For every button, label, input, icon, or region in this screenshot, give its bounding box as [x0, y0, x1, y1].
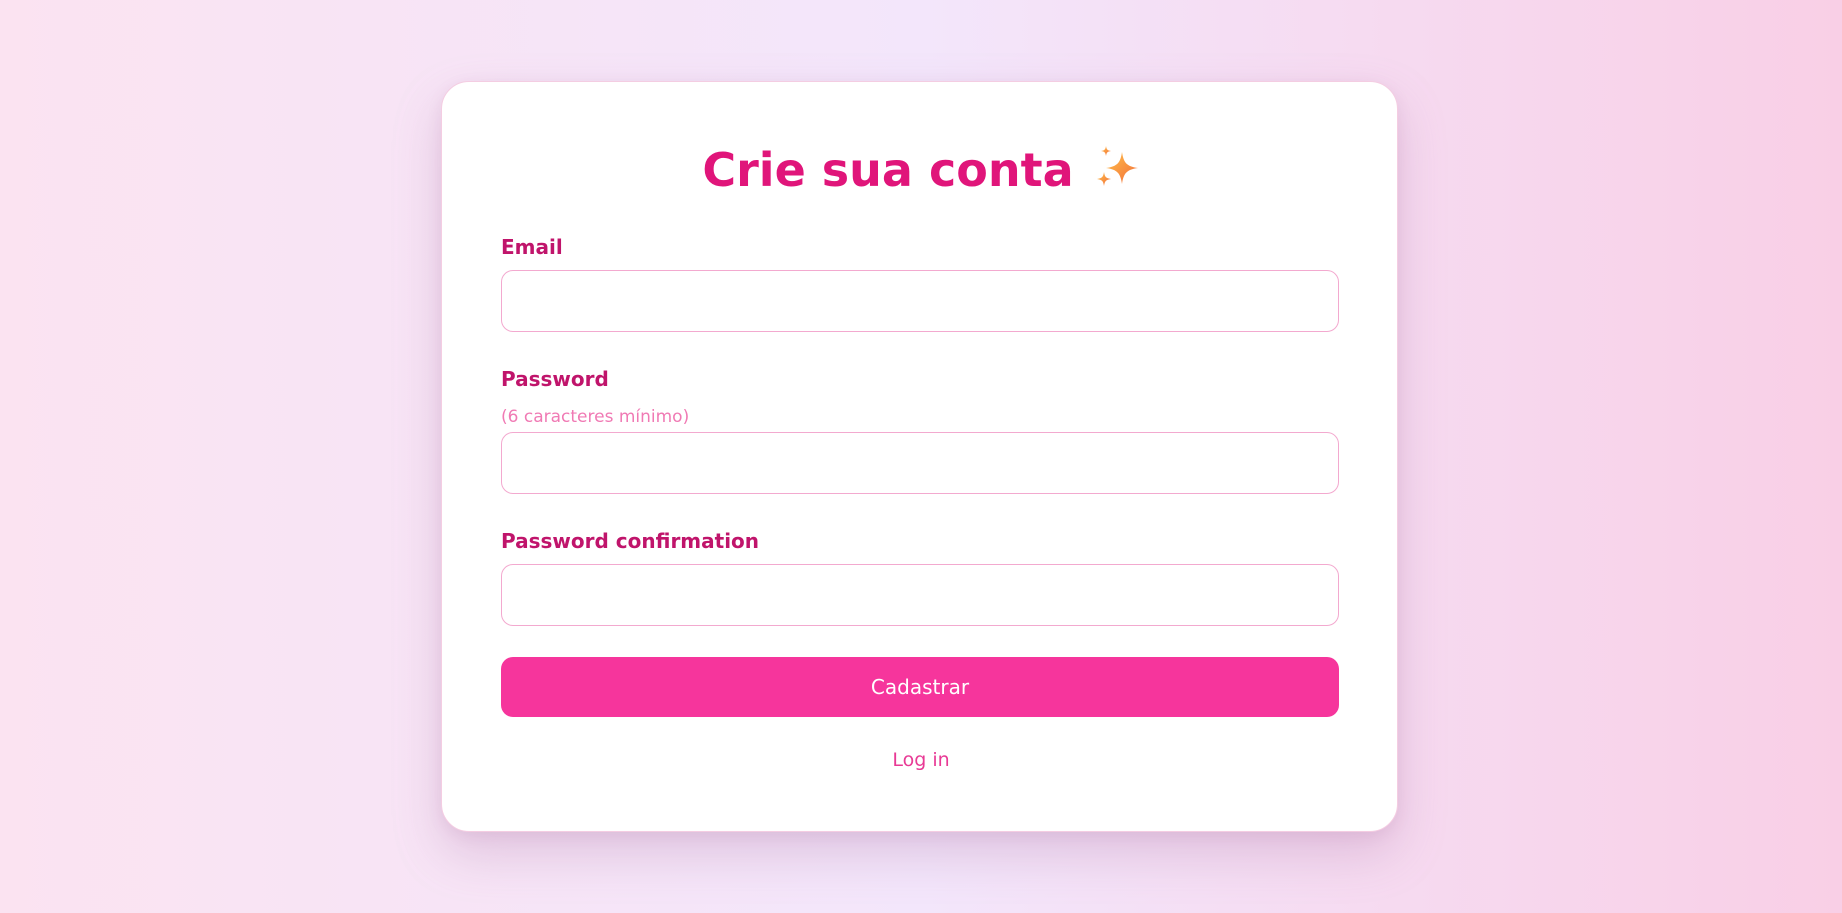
sparkles-icon: [1092, 144, 1140, 204]
login-link[interactable]: Log in: [0, 748, 1842, 772]
password-confirmation-field[interactable]: [501, 564, 1339, 626]
email-field[interactable]: [501, 270, 1339, 332]
cadastrar-button[interactable]: Cadastrar: [501, 657, 1339, 717]
password-confirmation-label: Password confirmation: [501, 529, 760, 553]
password-label: Password: [501, 367, 609, 391]
password-hint: (6 caracteres mínimo): [501, 407, 690, 427]
password-field[interactable]: [501, 432, 1339, 494]
page-title-text: Crie sua conta: [702, 143, 1074, 197]
email-label: Email: [501, 235, 563, 259]
page-title: Crie sua conta: [0, 142, 1842, 204]
